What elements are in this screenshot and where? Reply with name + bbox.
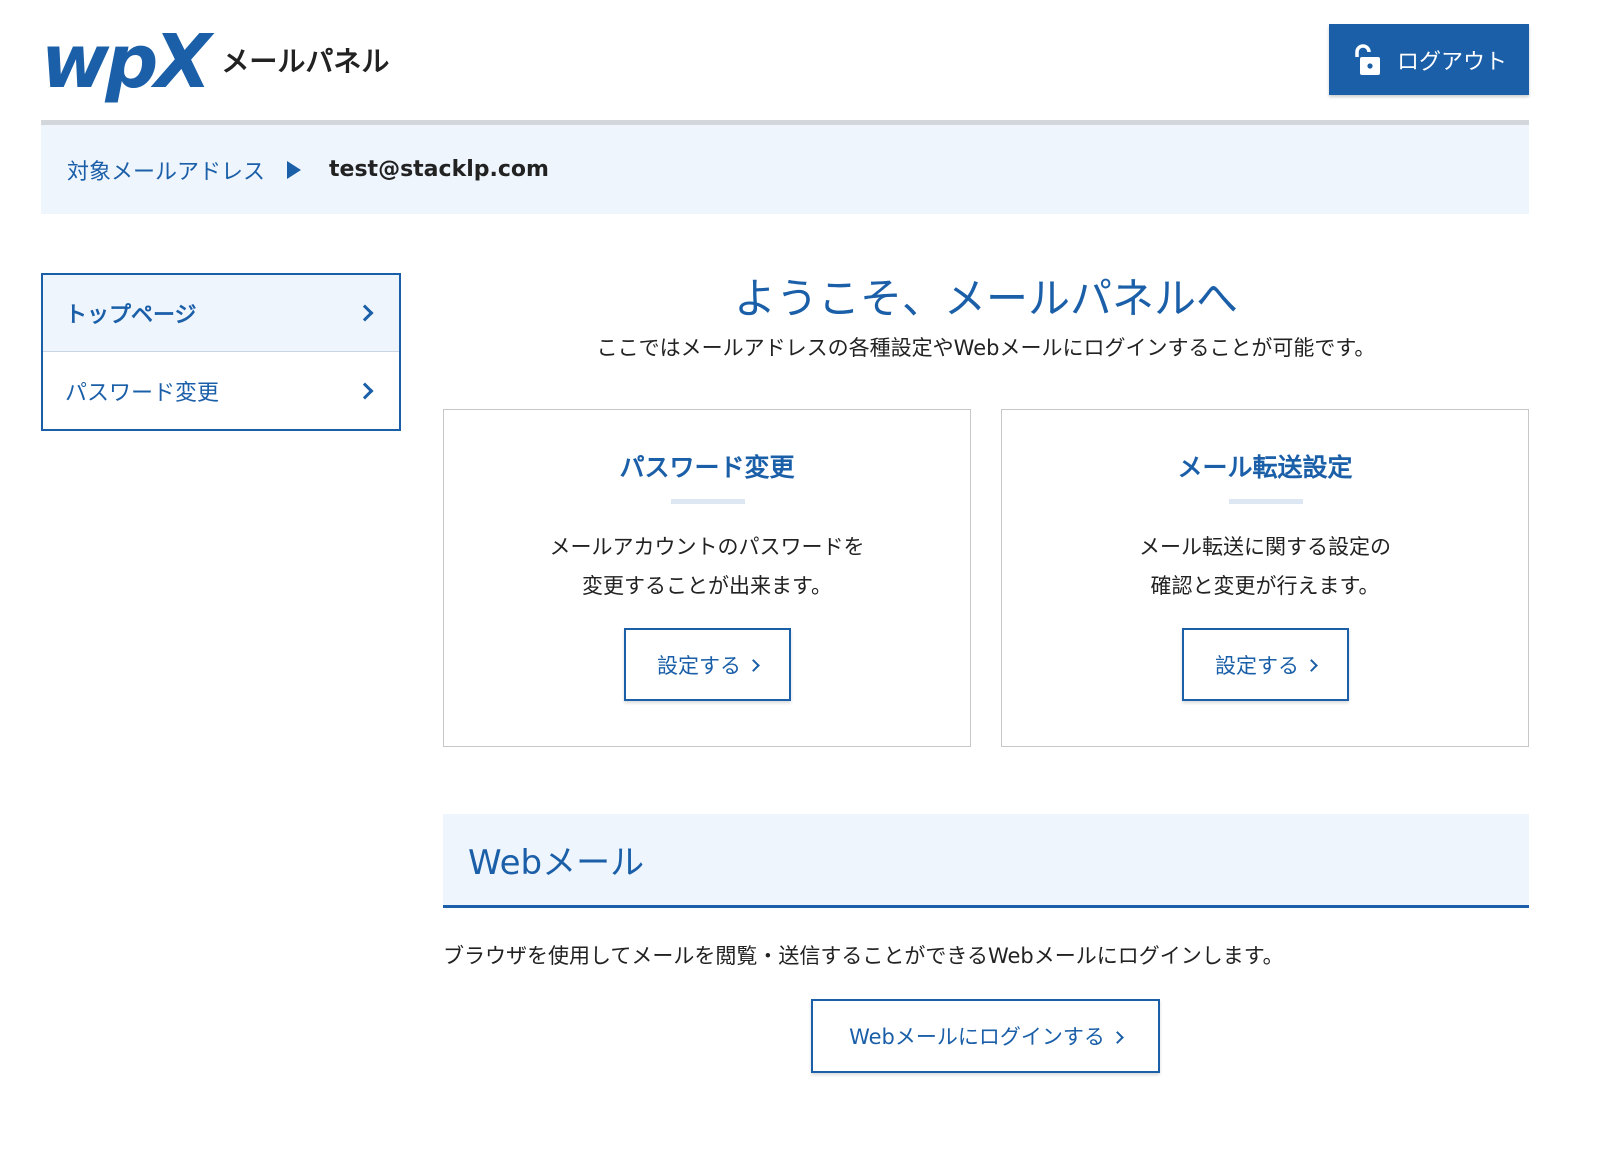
wpx-logo: wpX: [41, 19, 211, 105]
triangle-right-icon: [287, 160, 302, 179]
card-mail-forwarding: メール転送設定 メール転送に関する設定の 確認と変更が行えます。 設定する: [1001, 409, 1529, 747]
card-description-line: 確認と変更が行えます。: [1150, 574, 1380, 598]
page-title: ようこそ、メールパネルへ: [733, 274, 1238, 323]
card-divider: [1229, 499, 1303, 504]
card-title: メール転送設定: [1177, 453, 1353, 482]
webmail-description: ブラウザを使用してメールを閲覧・送信することができるWebメールにログインします…: [443, 944, 1284, 968]
card-description-line: メール転送に関する設定の: [1139, 535, 1391, 559]
page-subtitle: ここではメールアドレスの各種設定やWebメールにログインすることが可能です。: [596, 336, 1376, 360]
chevron-right-icon: [356, 382, 374, 399]
sidebar-item-top-page[interactable]: トップページ: [43, 275, 399, 352]
sidebar-item-label: トップページ: [65, 303, 197, 328]
chevron-right-icon: [1305, 659, 1318, 672]
chevron-right-icon: [356, 304, 374, 322]
card-divider: [671, 499, 745, 504]
button-label: Webメールにログインする: [849, 1025, 1105, 1049]
webmail-section-header: Webメール: [443, 814, 1529, 908]
target-address-bar: 対象メールアドレス test@stacklp.com: [41, 125, 1529, 214]
card-password-change: パスワード変更 メールアカウントのパスワードを 変更することが出来ます。 設定す…: [443, 409, 971, 747]
logout-label: ログアウト: [1396, 49, 1507, 75]
card-description: メールアカウントのパスワードを 変更することが出来ます。: [444, 528, 970, 606]
button-label: 設定する: [657, 653, 741, 678]
card-description: メール転送に関する設定の 確認と変更が行えます。: [1002, 528, 1528, 606]
forwarding-settings-button[interactable]: 設定する: [1182, 628, 1349, 701]
button-label: 設定する: [1215, 653, 1299, 678]
sidebar-item-password-change[interactable]: パスワード変更: [43, 352, 399, 429]
unlock-icon: [1355, 43, 1380, 75]
chevron-right-icon: [1111, 1030, 1124, 1044]
header: wpX メールパネル ログアウト: [0, 0, 1600, 122]
webmail-title: Webメール: [468, 843, 645, 883]
sidebar-nav: トップページ パスワード変更: [41, 273, 401, 431]
logout-button[interactable]: ログアウト: [1329, 24, 1529, 95]
password-settings-button[interactable]: 設定する: [624, 628, 791, 701]
webmail-login-button[interactable]: Webメールにログインする: [811, 999, 1160, 1073]
card-title: パスワード変更: [619, 453, 795, 482]
address-label: 対象メールアドレス: [67, 159, 266, 185]
chevron-right-icon: [747, 659, 760, 672]
sidebar-item-label: パスワード変更: [65, 380, 220, 406]
logo-text: メールパネル: [221, 45, 390, 78]
card-description-line: 変更することが出来ます。: [582, 574, 832, 598]
address-value: test@stacklp.com: [329, 157, 549, 182]
card-description-line: メールアカウントのパスワードを: [549, 535, 865, 559]
logo[interactable]: wpX メールパネル: [41, 22, 389, 102]
